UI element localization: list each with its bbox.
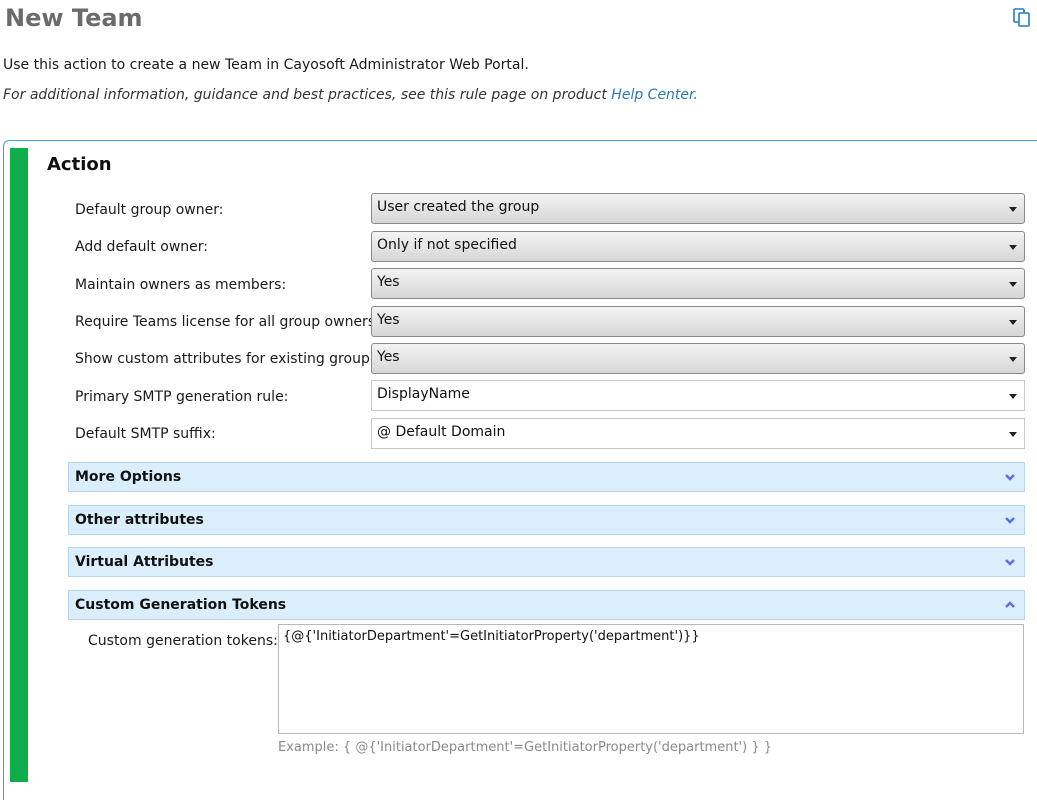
select-value: Yes [377,349,400,365]
maintain-owners-select[interactable]: Yes [371,268,1025,299]
accordion-label: Custom Generation Tokens [75,597,287,613]
chevron-down-icon [1009,320,1017,325]
page-description: Use this action to create a new Team in … [3,57,529,73]
select-value: Only if not specified [377,237,517,253]
other-attributes-accordion[interactable]: Other attributes [68,505,1025,535]
primary-smtp-rule-label: Primary SMTP generation rule: [75,389,289,405]
help-note: For additional information, guidance and… [3,87,698,103]
section-title: Action [47,154,112,175]
status-bar [10,148,28,782]
accordion-label: More Options [75,469,182,485]
chevron-down-icon [1009,207,1017,212]
help-center-link[interactable]: Help Center. [611,87,698,103]
custom-generation-tokens-accordion[interactable]: Custom Generation Tokens [68,590,1025,620]
accordion-label: Other attributes [75,512,204,528]
require-license-label: Require Teams license for all group owne… [75,314,380,330]
chevron-down-icon [1009,245,1017,250]
maintain-owners-label: Maintain owners as members: [75,277,287,293]
show-custom-attributes-label: Show custom attributes for existing grou… [75,351,375,367]
copy-icon[interactable] [1012,7,1032,27]
require-license-select[interactable]: Yes [371,306,1025,337]
select-value: Yes [377,274,400,290]
chevron-down-icon [1009,394,1017,399]
chevron-up-icon [1005,601,1015,608]
chevron-down-icon [1005,559,1015,566]
select-value: DisplayName [377,386,470,402]
help-note-text: For additional information, guidance and… [3,87,612,103]
select-value: Yes [377,312,400,328]
custom-tokens-example: Example: { @{'InitiatorDepartment'=GetIn… [278,740,772,755]
default-smtp-suffix-label: Default SMTP suffix: [75,426,216,442]
add-default-owner-label: Add default owner: [75,239,208,255]
custom-tokens-label: Custom generation tokens: [88,633,278,649]
default-group-owner-select[interactable]: User created the group [371,193,1025,224]
more-options-accordion[interactable]: More Options [68,462,1025,492]
default-group-owner-label: Default group owner: [75,202,224,218]
select-value: User created the group [377,199,540,215]
chevron-down-icon [1009,432,1017,437]
page-title: New Team [5,4,143,32]
add-default-owner-select[interactable]: Only if not specified [371,231,1025,262]
default-smtp-suffix-select[interactable]: @ Default Domain [371,418,1025,449]
custom-tokens-textarea[interactable]: {@{'InitiatorDepartment'=GetInitiatorPro… [278,624,1024,734]
select-value: @ Default Domain [377,424,506,440]
primary-smtp-rule-select[interactable]: DisplayName [371,380,1025,411]
chevron-down-icon [1005,517,1015,524]
virtual-attributes-accordion[interactable]: Virtual Attributes [68,547,1025,577]
accordion-label: Virtual Attributes [75,554,214,570]
chevron-down-icon [1009,357,1017,362]
chevron-down-icon [1005,474,1015,481]
chevron-down-icon [1009,282,1017,287]
show-custom-attributes-select[interactable]: Yes [371,343,1025,374]
